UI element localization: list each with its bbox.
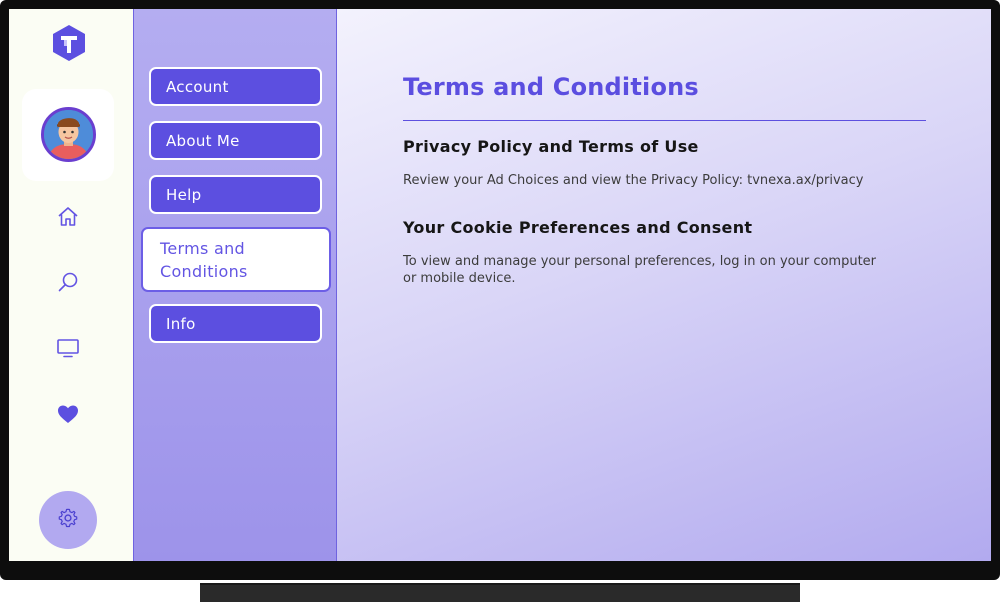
settings-button[interactable] xyxy=(39,491,97,549)
home-icon[interactable] xyxy=(55,204,81,230)
menu-item-label: Info xyxy=(166,314,196,333)
menu-item-info[interactable]: Info xyxy=(149,304,322,343)
icon-rail xyxy=(9,9,133,561)
user-avatar-icon xyxy=(41,107,96,162)
heart-icon[interactable] xyxy=(55,401,81,427)
content-panel: Terms and Conditions Privacy Policy and … xyxy=(337,9,991,561)
section-heading-privacy: Privacy Policy and Terms of Use xyxy=(403,137,699,156)
menu-item-about-me[interactable]: About Me xyxy=(149,121,322,160)
page-title: Terms and Conditions xyxy=(403,73,699,101)
tvnexa-logo-icon[interactable] xyxy=(49,23,89,63)
menu-item-account[interactable]: Account xyxy=(149,67,322,106)
menu-item-help[interactable]: Help xyxy=(149,175,322,214)
menu-item-label: About Me xyxy=(166,131,240,150)
menu-item-label: Account xyxy=(166,77,229,96)
search-icon[interactable] xyxy=(55,269,81,295)
settings-menu: Account About Me Help Terms and Conditio… xyxy=(133,9,337,561)
tv-screen: Account About Me Help Terms and Conditio… xyxy=(9,9,991,561)
menu-item-terms-and-conditions[interactable]: Terms and Conditions xyxy=(141,227,331,292)
title-divider xyxy=(403,120,926,121)
section-body-privacy: Review your Ad Choices and view the Priv… xyxy=(403,173,864,188)
gear-icon xyxy=(57,507,79,533)
profile-card[interactable] xyxy=(22,89,114,181)
tv-icon[interactable] xyxy=(55,335,81,361)
section-body-cookies: To view and manage your personal prefere… xyxy=(403,254,877,286)
section-heading-cookies: Your Cookie Preferences and Consent xyxy=(403,218,753,237)
menu-item-label: Help xyxy=(166,185,202,204)
tv-stand xyxy=(200,583,800,602)
menu-item-label: Terms and Conditions xyxy=(160,238,248,281)
